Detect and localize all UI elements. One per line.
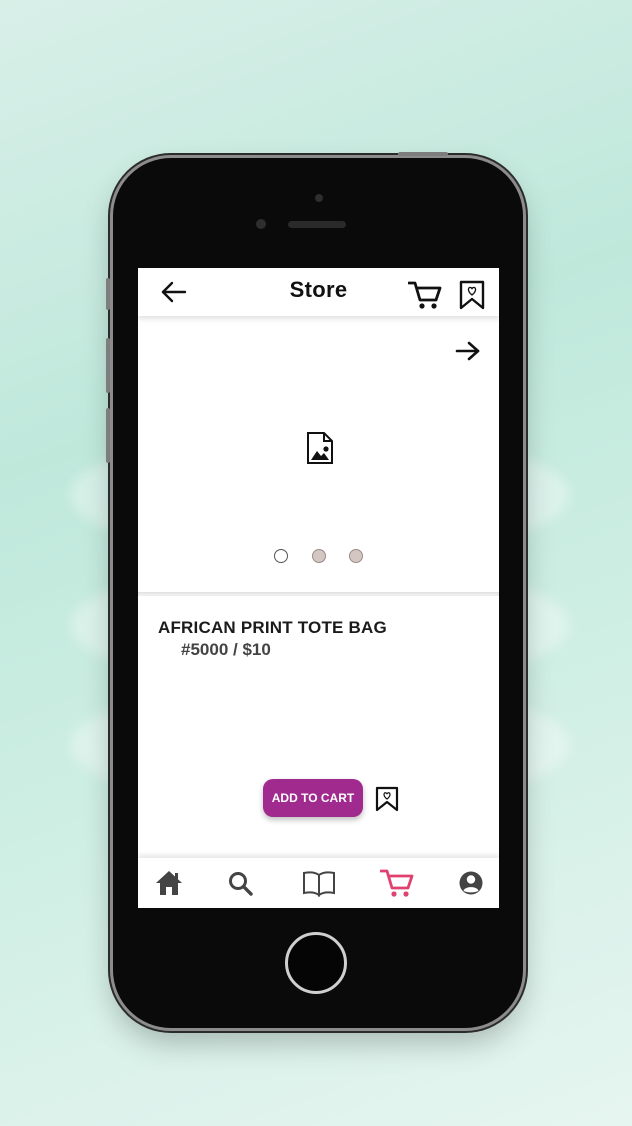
bookmark-heart-icon[interactable]	[375, 786, 399, 812]
carousel-dot-2[interactable]	[312, 549, 326, 563]
search-icon[interactable]	[227, 868, 255, 898]
product-name: AFRICAN PRINT TOTE BAG	[158, 618, 387, 637]
cart-icon[interactable]	[408, 280, 442, 310]
arrow-right-icon[interactable]	[454, 340, 482, 362]
section-divider	[138, 592, 499, 596]
product-price: #5000 / $10	[181, 640, 271, 659]
app-screen: Store AFRICAN PRINT TOTE BAG #5000 / $10…	[138, 268, 499, 908]
bookmark-heart-icon[interactable]	[458, 280, 486, 310]
home-icon[interactable]	[154, 868, 184, 898]
page-title: Store	[289, 277, 348, 302]
carousel-dot-1[interactable]	[274, 549, 288, 563]
power-button	[398, 152, 448, 156]
bottom-nav	[138, 858, 499, 908]
home-button[interactable]	[285, 932, 347, 994]
app-bar: Store	[138, 268, 499, 316]
front-camera	[315, 194, 323, 202]
image-placeholder-icon	[307, 432, 333, 464]
add-to-cart-button[interactable]: ADD TO CART	[263, 779, 363, 817]
carousel-dot-3[interactable]	[349, 549, 363, 563]
account-icon[interactable]	[458, 868, 484, 898]
volume-down-button	[106, 408, 110, 463]
volume-up-button	[106, 338, 110, 393]
image-carousel[interactable]	[138, 316, 499, 592]
book-icon[interactable]	[302, 868, 336, 898]
earpiece-speaker	[288, 221, 346, 228]
mute-switch	[106, 278, 110, 310]
proximity-sensor	[256, 219, 266, 229]
cart-icon[interactable]	[380, 868, 414, 898]
